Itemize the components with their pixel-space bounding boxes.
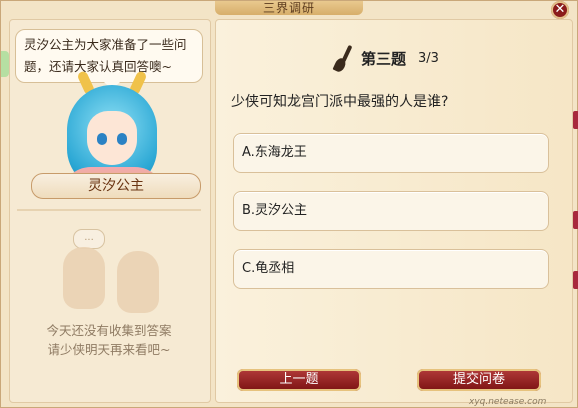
empty-message-line: 请少侠明天再来看吧~ (47, 342, 171, 357)
divider (17, 209, 201, 211)
side-tab-right (573, 211, 578, 229)
side-tab-right (573, 271, 578, 289)
eye (117, 133, 127, 145)
question-number: 第三题 (361, 49, 407, 68)
question-progress: 3/3 (418, 50, 439, 66)
question-text: 少侠可知龙宫门派中最强的人是谁? (231, 94, 449, 110)
prev-question-button[interactable]: 上一题 (237, 369, 361, 391)
empty-message-line: 今天还没有收集到答案 (46, 323, 172, 338)
question-header: 第三题 3/3 (331, 43, 439, 73)
side-tab-left (1, 51, 9, 77)
side-tab-right (573, 111, 578, 129)
eye (97, 133, 107, 145)
option-a[interactable]: A.东海龙王 (233, 133, 549, 173)
window-title: 三界调研 (215, 1, 363, 15)
logo-url: xyq.netease.com (469, 397, 547, 407)
option-b[interactable]: B.灵汐公主 (233, 191, 549, 231)
survey-window: 三界调研 ✕ 灵汐公主为大家准备了一些问题，还请大家认真回答噢~ 灵汐公主 ..… (0, 0, 578, 408)
chibi-character (63, 247, 105, 309)
empty-state-message: 今天还没有收集到答案 请少侠明天再来看吧~ (15, 321, 203, 359)
empty-state-illustration (57, 233, 177, 313)
character-name-plate: 灵汐公主 (31, 173, 201, 199)
close-button[interactable]: ✕ (551, 1, 569, 19)
game-logo-watermark: xyq.netease.com (431, 323, 571, 407)
brush-icon (331, 44, 353, 72)
face (87, 111, 137, 165)
chibi-character (117, 251, 159, 313)
option-c[interactable]: C.龟丞相 (233, 249, 549, 289)
